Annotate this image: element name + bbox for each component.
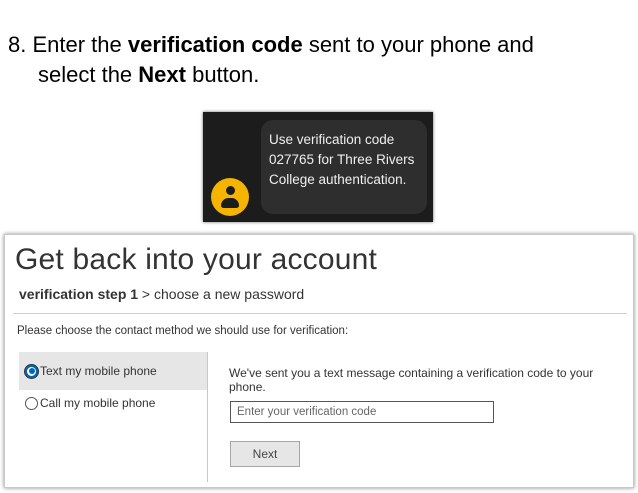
page-title: Get back into your account (15, 243, 378, 276)
instruction-line2-prefix: select the (38, 62, 139, 87)
method-label: Text my mobile phone (40, 364, 157, 378)
next-button[interactable]: Next (230, 441, 300, 467)
divider (13, 313, 627, 314)
breadcrumb: verification step 1 > choose a new passw… (19, 286, 304, 302)
instruction-middle: sent to your phone and (302, 32, 534, 57)
tutorial-slide: 8. Enter the verification code sent to y… (0, 0, 638, 493)
sms-bubble: Use verification code 027765 for Three R… (261, 120, 427, 214)
instruction-text: 8. Enter the verification code sent to y… (8, 30, 534, 90)
instruction-line-1: 8. Enter the verification code sent to y… (8, 30, 534, 60)
radio-selected-icon[interactable] (25, 364, 38, 378)
vertical-divider (207, 352, 208, 482)
account-recovery-panel: Get back into your account verification … (4, 234, 634, 488)
person-icon (211, 178, 249, 216)
instruction-suffix: button. (185, 62, 260, 87)
code-sent-message: We've sent you a text message containing… (229, 366, 594, 394)
breadcrumb-next-step: > choose a new password (138, 286, 305, 302)
radio-unselected-icon[interactable] (25, 396, 38, 410)
method-label: Call my mobile phone (40, 396, 156, 410)
sms-message: Use verification code 027765 for Three R… (269, 132, 415, 187)
method-call-mobile-phone[interactable]: Call my mobile phone (19, 384, 207, 422)
sms-notification: Use verification code 027765 for Three R… (203, 112, 433, 222)
instruction-line-2: select the Next button. (8, 60, 534, 90)
instruction-prefix: 8. Enter the (8, 32, 128, 57)
breadcrumb-current-step: verification step 1 (19, 286, 139, 302)
instruction-bold-next: Next (138, 62, 186, 87)
instruction-bold-verification-code: verification code (127, 32, 303, 57)
contact-method-prompt: Please choose the contact method we shou… (17, 325, 349, 337)
contact-method-list: Text my mobile phone Call my mobile phon… (19, 352, 207, 482)
verification-code-input[interactable] (230, 401, 494, 423)
